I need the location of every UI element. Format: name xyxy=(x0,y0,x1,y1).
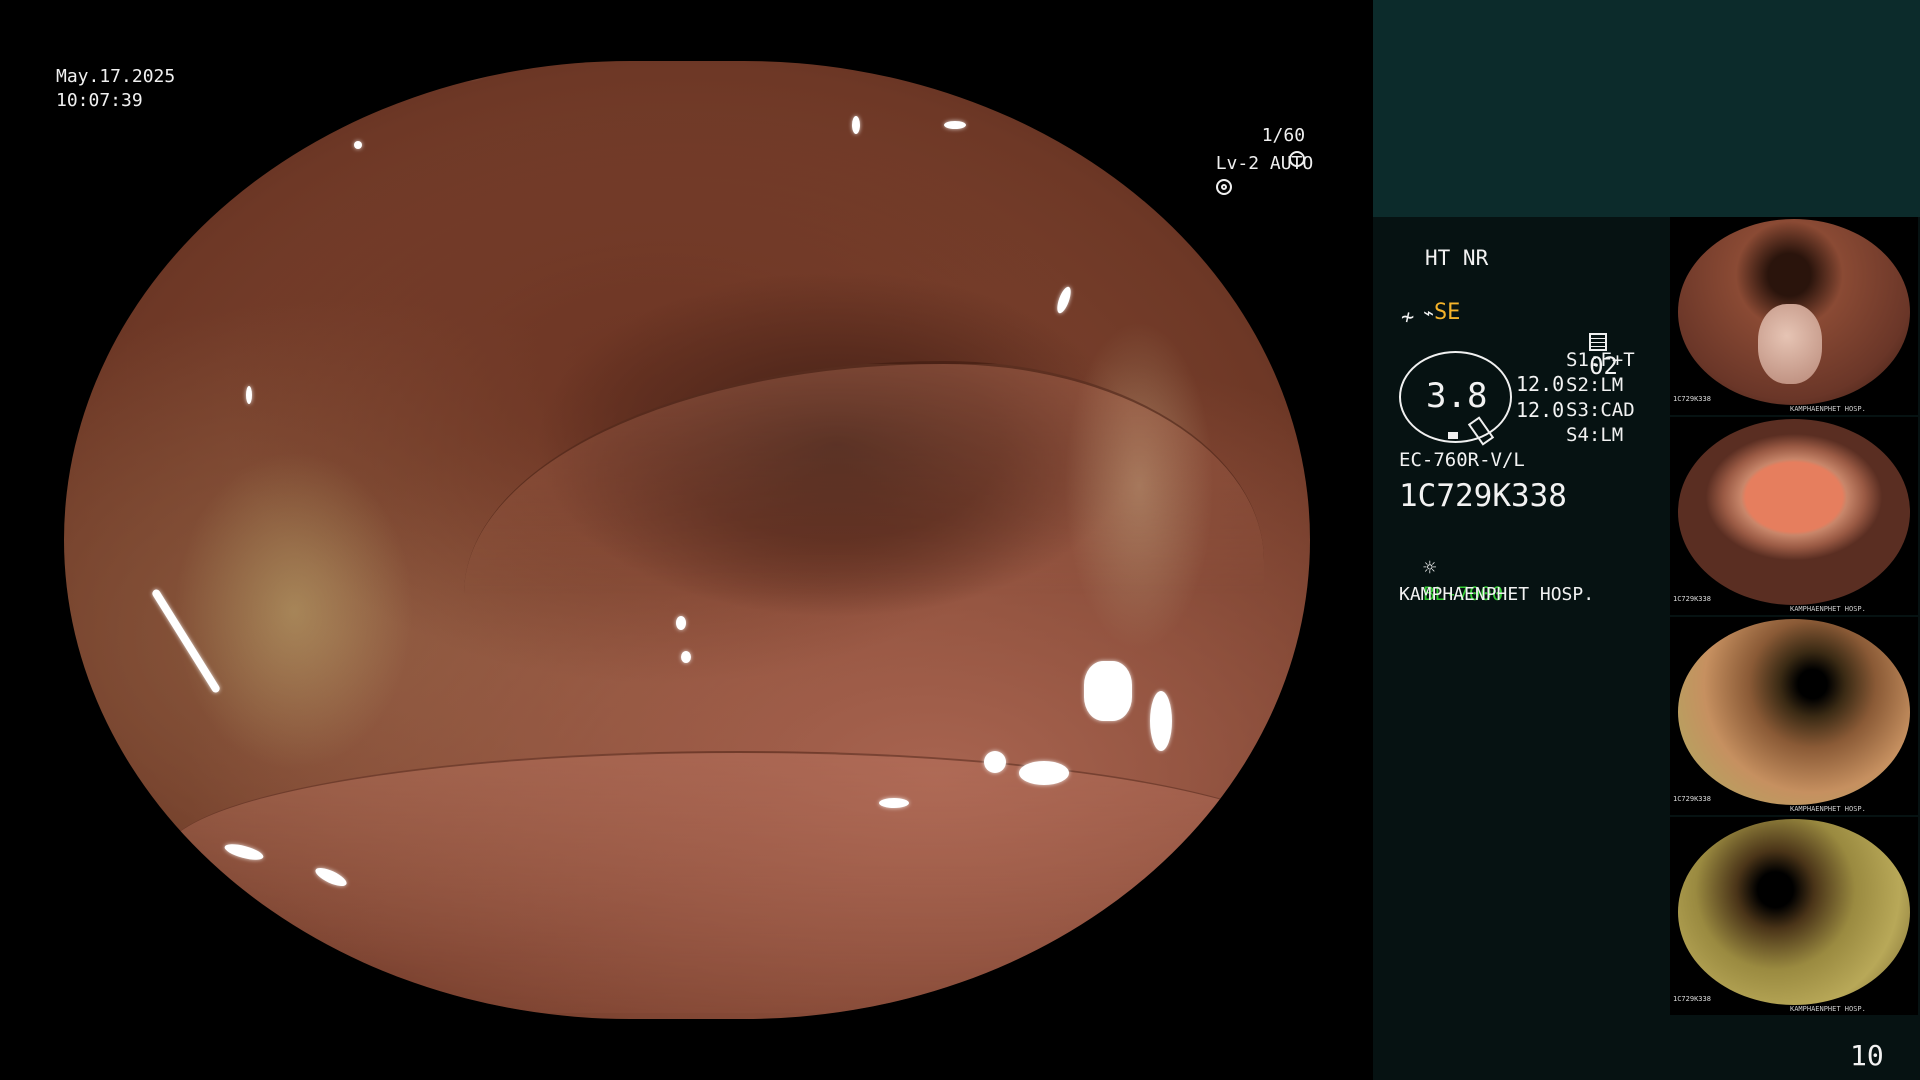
thumbnail-id: 1C729K338 xyxy=(1673,995,1711,1003)
light-reflection xyxy=(852,116,860,134)
iris-icon xyxy=(1215,179,1232,195)
thumbnail-image xyxy=(1678,819,1910,1005)
color-mode-icon: ≁ xyxy=(1401,305,1415,330)
thumbnail-caption: KAMPHAENPHET HOSP. xyxy=(1790,605,1866,613)
se-label: SE xyxy=(1433,300,1461,325)
endoscope-view xyxy=(64,61,1310,1019)
page-number: 10 xyxy=(1850,1039,1884,1072)
thumbnail-id: 1C729K338 xyxy=(1673,595,1711,603)
mucosa-patch xyxy=(174,451,414,771)
iris-display: Lv-2 AUTO xyxy=(1194,128,1313,200)
thumbnail-id: 1C729K338 xyxy=(1673,795,1711,803)
captured-image-thumbnail[interactable]: 1C729K338 KAMPHAENPHET HOSP. xyxy=(1670,417,1918,615)
ring-value: 3.8 xyxy=(1426,376,1488,416)
polyp xyxy=(1758,304,1822,384)
light-reflection xyxy=(463,61,491,81)
light-reflection xyxy=(1054,285,1074,315)
light-reflection xyxy=(1150,691,1172,751)
light-source-icon: ☼ xyxy=(1423,556,1437,581)
light-reflection xyxy=(879,798,909,808)
structure-enhance-icon: ⌁ xyxy=(1423,303,1434,324)
scope-switch-s1: S1:F+T xyxy=(1566,349,1635,371)
value-2: 12.0 xyxy=(1516,398,1565,422)
date-display: May.17.2025 xyxy=(56,66,176,87)
iris-value: Lv-2 AUTO xyxy=(1215,153,1314,174)
scope-switch-s3: S3:CAD xyxy=(1566,399,1635,421)
light-reflection xyxy=(681,651,691,663)
thumbnail-caption: KAMPHAENPHET HOSP. xyxy=(1790,1005,1866,1013)
thumbnail-image xyxy=(1678,619,1910,805)
light-reflection xyxy=(354,141,362,149)
thumbnail-image xyxy=(1678,219,1910,405)
scope-model: EC-760R-V/L xyxy=(1399,449,1525,471)
thumbnail-image xyxy=(1678,419,1910,605)
scope-switch-s4: S4:LM xyxy=(1566,424,1624,446)
light-reflection xyxy=(944,121,966,129)
light-reflection xyxy=(1084,661,1132,721)
thumbnail-id: 1C729K338 xyxy=(1673,395,1711,403)
ring-notch xyxy=(1448,432,1458,439)
time-display: 10:07:39 xyxy=(56,90,143,111)
panel-header xyxy=(1373,0,1920,217)
scope-serial: 1C729K338 xyxy=(1399,478,1567,514)
thumbnail-caption: KAMPHAENPHET HOSP. xyxy=(1790,405,1866,413)
light-reflection xyxy=(984,751,1006,773)
scope-switch-s2: S2:LM xyxy=(1566,374,1624,396)
captured-image-thumbnail[interactable]: 1C729K338 KAMPHAENPHET HOSP. xyxy=(1670,817,1918,1015)
thumbnail-caption: KAMPHAENPHET HOSP. xyxy=(1790,805,1866,813)
captured-image-thumbnail[interactable]: 1C729K338 KAMPHAENPHET HOSP. xyxy=(1670,617,1918,815)
light-reflection xyxy=(246,386,252,404)
value-1: 12.0 xyxy=(1516,372,1565,396)
ht-nr-label: HT NR xyxy=(1425,246,1489,270)
hospital-name: KAMPHAENPHET HOSP. xyxy=(1399,584,1595,605)
colon-fold xyxy=(464,361,1264,694)
captured-image-thumbnail[interactable]: 1C729K338 KAMPHAENPHET HOSP. xyxy=(1670,217,1918,415)
light-reflection xyxy=(676,616,686,630)
light-reflection xyxy=(1019,761,1069,785)
